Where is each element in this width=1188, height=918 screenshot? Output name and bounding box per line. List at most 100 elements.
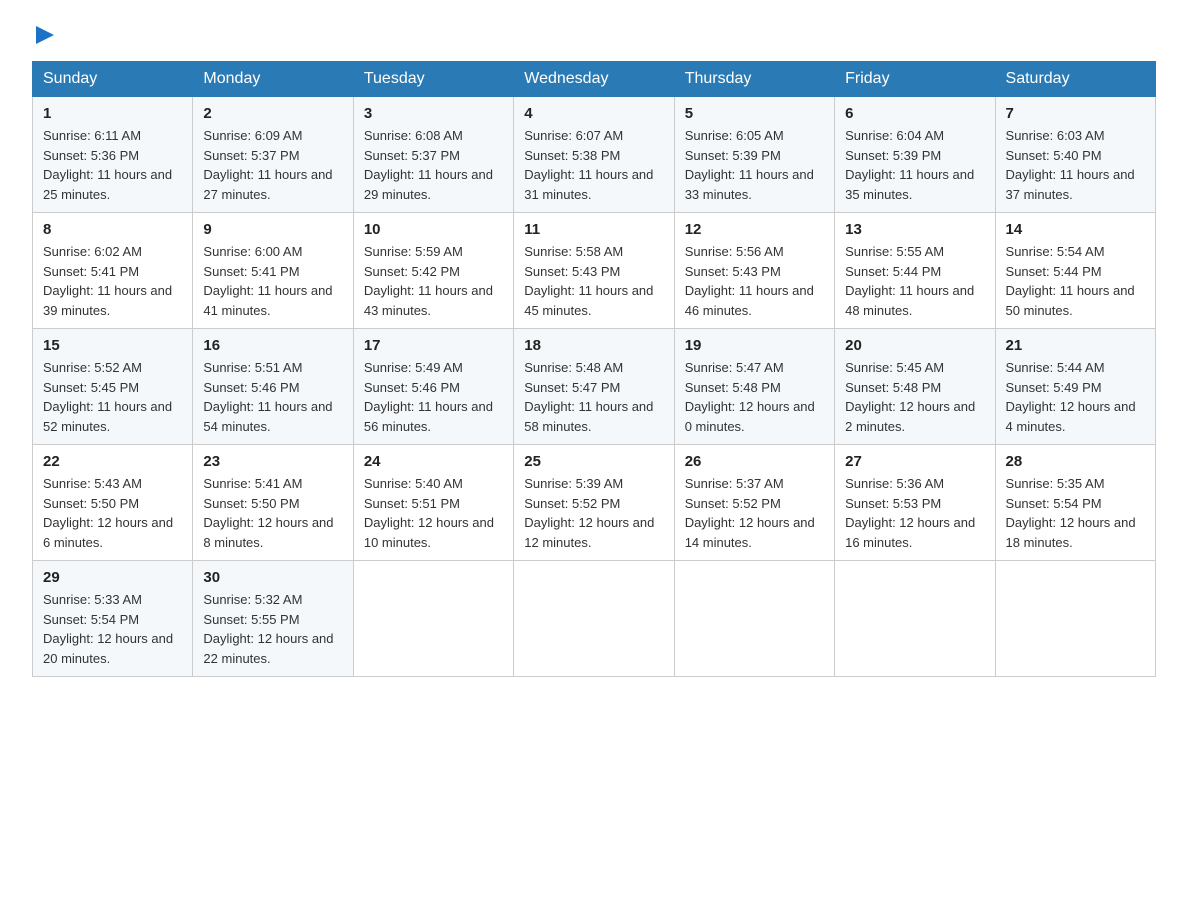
cell-day-number: 4 — [524, 105, 663, 122]
cell-day-number: 25 — [524, 453, 663, 470]
cell-info: Sunrise: 5:49 AMSunset: 5:46 PMDaylight:… — [364, 360, 493, 434]
calendar-cell: 17 Sunrise: 5:49 AMSunset: 5:46 PMDaylig… — [353, 329, 513, 445]
cell-day-number: 8 — [43, 221, 182, 238]
calendar-cell — [674, 561, 834, 677]
calendar-week-row: 8 Sunrise: 6:02 AMSunset: 5:41 PMDayligh… — [33, 213, 1156, 329]
cell-day-number: 22 — [43, 453, 182, 470]
day-header-monday: Monday — [193, 62, 353, 97]
calendar-cell: 21 Sunrise: 5:44 AMSunset: 5:49 PMDaylig… — [995, 329, 1155, 445]
cell-info: Sunrise: 5:32 AMSunset: 5:55 PMDaylight:… — [203, 592, 333, 666]
calendar-cell — [995, 561, 1155, 677]
day-header-wednesday: Wednesday — [514, 62, 674, 97]
cell-day-number: 28 — [1006, 453, 1145, 470]
calendar-cell — [514, 561, 674, 677]
cell-day-number: 14 — [1006, 221, 1145, 238]
calendar-cell: 12 Sunrise: 5:56 AMSunset: 5:43 PMDaylig… — [674, 213, 834, 329]
cell-info: Sunrise: 6:00 AMSunset: 5:41 PMDaylight:… — [203, 244, 332, 318]
calendar-cell: 7 Sunrise: 6:03 AMSunset: 5:40 PMDayligh… — [995, 97, 1155, 213]
cell-day-number: 21 — [1006, 337, 1145, 354]
calendar-week-row: 29 Sunrise: 5:33 AMSunset: 5:54 PMDaylig… — [33, 561, 1156, 677]
calendar-cell: 11 Sunrise: 5:58 AMSunset: 5:43 PMDaylig… — [514, 213, 674, 329]
cell-day-number: 27 — [845, 453, 984, 470]
cell-info: Sunrise: 5:40 AMSunset: 5:51 PMDaylight:… — [364, 476, 494, 550]
day-header-friday: Friday — [835, 62, 995, 97]
calendar-cell: 3 Sunrise: 6:08 AMSunset: 5:37 PMDayligh… — [353, 97, 513, 213]
day-header-saturday: Saturday — [995, 62, 1155, 97]
cell-info: Sunrise: 5:59 AMSunset: 5:42 PMDaylight:… — [364, 244, 493, 318]
calendar-cell: 4 Sunrise: 6:07 AMSunset: 5:38 PMDayligh… — [514, 97, 674, 213]
calendar-cell: 6 Sunrise: 6:04 AMSunset: 5:39 PMDayligh… — [835, 97, 995, 213]
cell-day-number: 6 — [845, 105, 984, 122]
day-header-thursday: Thursday — [674, 62, 834, 97]
cell-info: Sunrise: 6:05 AMSunset: 5:39 PMDaylight:… — [685, 128, 814, 202]
calendar-cell: 9 Sunrise: 6:00 AMSunset: 5:41 PMDayligh… — [193, 213, 353, 329]
cell-day-number: 2 — [203, 105, 342, 122]
cell-info: Sunrise: 6:09 AMSunset: 5:37 PMDaylight:… — [203, 128, 332, 202]
cell-day-number: 1 — [43, 105, 182, 122]
calendar-cell: 26 Sunrise: 5:37 AMSunset: 5:52 PMDaylig… — [674, 445, 834, 561]
cell-day-number: 18 — [524, 337, 663, 354]
cell-info: Sunrise: 5:37 AMSunset: 5:52 PMDaylight:… — [685, 476, 815, 550]
cell-info: Sunrise: 5:47 AMSunset: 5:48 PMDaylight:… — [685, 360, 815, 434]
cell-info: Sunrise: 5:58 AMSunset: 5:43 PMDaylight:… — [524, 244, 653, 318]
calendar-cell: 25 Sunrise: 5:39 AMSunset: 5:52 PMDaylig… — [514, 445, 674, 561]
calendar-week-row: 1 Sunrise: 6:11 AMSunset: 5:36 PMDayligh… — [33, 97, 1156, 213]
calendar-cell: 30 Sunrise: 5:32 AMSunset: 5:55 PMDaylig… — [193, 561, 353, 677]
cell-day-number: 15 — [43, 337, 182, 354]
cell-day-number: 26 — [685, 453, 824, 470]
cell-day-number: 30 — [203, 569, 342, 586]
cell-day-number: 12 — [685, 221, 824, 238]
cell-day-number: 3 — [364, 105, 503, 122]
calendar-cell: 10 Sunrise: 5:59 AMSunset: 5:42 PMDaylig… — [353, 213, 513, 329]
cell-info: Sunrise: 6:02 AMSunset: 5:41 PMDaylight:… — [43, 244, 172, 318]
calendar-cell: 5 Sunrise: 6:05 AMSunset: 5:39 PMDayligh… — [674, 97, 834, 213]
cell-info: Sunrise: 6:04 AMSunset: 5:39 PMDaylight:… — [845, 128, 974, 202]
cell-info: Sunrise: 5:48 AMSunset: 5:47 PMDaylight:… — [524, 360, 653, 434]
cell-info: Sunrise: 5:52 AMSunset: 5:45 PMDaylight:… — [43, 360, 172, 434]
cell-day-number: 23 — [203, 453, 342, 470]
day-header-sunday: Sunday — [33, 62, 193, 97]
cell-info: Sunrise: 5:35 AMSunset: 5:54 PMDaylight:… — [1006, 476, 1136, 550]
calendar-cell: 14 Sunrise: 5:54 AMSunset: 5:44 PMDaylig… — [995, 213, 1155, 329]
calendar-cell: 28 Sunrise: 5:35 AMSunset: 5:54 PMDaylig… — [995, 445, 1155, 561]
cell-info: Sunrise: 5:45 AMSunset: 5:48 PMDaylight:… — [845, 360, 975, 434]
cell-info: Sunrise: 6:08 AMSunset: 5:37 PMDaylight:… — [364, 128, 493, 202]
cell-info: Sunrise: 5:39 AMSunset: 5:52 PMDaylight:… — [524, 476, 654, 550]
calendar-cell: 1 Sunrise: 6:11 AMSunset: 5:36 PMDayligh… — [33, 97, 193, 213]
calendar-cell — [835, 561, 995, 677]
cell-info: Sunrise: 6:03 AMSunset: 5:40 PMDaylight:… — [1006, 128, 1135, 202]
cell-day-number: 7 — [1006, 105, 1145, 122]
calendar-cell: 20 Sunrise: 5:45 AMSunset: 5:48 PMDaylig… — [835, 329, 995, 445]
page-header — [32, 24, 1156, 49]
calendar-cell: 27 Sunrise: 5:36 AMSunset: 5:53 PMDaylig… — [835, 445, 995, 561]
cell-day-number: 13 — [845, 221, 984, 238]
cell-day-number: 16 — [203, 337, 342, 354]
cell-info: Sunrise: 5:43 AMSunset: 5:50 PMDaylight:… — [43, 476, 173, 550]
calendar-cell: 19 Sunrise: 5:47 AMSunset: 5:48 PMDaylig… — [674, 329, 834, 445]
cell-day-number: 5 — [685, 105, 824, 122]
cell-day-number: 11 — [524, 221, 663, 238]
logo — [32, 24, 54, 49]
calendar-cell: 2 Sunrise: 6:09 AMSunset: 5:37 PMDayligh… — [193, 97, 353, 213]
cell-day-number: 9 — [203, 221, 342, 238]
cell-info: Sunrise: 5:56 AMSunset: 5:43 PMDaylight:… — [685, 244, 814, 318]
cell-info: Sunrise: 5:36 AMSunset: 5:53 PMDaylight:… — [845, 476, 975, 550]
calendar-table: SundayMondayTuesdayWednesdayThursdayFrid… — [32, 61, 1156, 677]
calendar-cell: 24 Sunrise: 5:40 AMSunset: 5:51 PMDaylig… — [353, 445, 513, 561]
cell-info: Sunrise: 6:11 AMSunset: 5:36 PMDaylight:… — [43, 128, 172, 202]
cell-info: Sunrise: 5:55 AMSunset: 5:44 PMDaylight:… — [845, 244, 974, 318]
cell-day-number: 29 — [43, 569, 182, 586]
day-header-tuesday: Tuesday — [353, 62, 513, 97]
cell-day-number: 19 — [685, 337, 824, 354]
cell-info: Sunrise: 6:07 AMSunset: 5:38 PMDaylight:… — [524, 128, 653, 202]
cell-info: Sunrise: 5:41 AMSunset: 5:50 PMDaylight:… — [203, 476, 333, 550]
cell-day-number: 20 — [845, 337, 984, 354]
calendar-cell — [353, 561, 513, 677]
calendar-cell: 29 Sunrise: 5:33 AMSunset: 5:54 PMDaylig… — [33, 561, 193, 677]
calendar-cell: 13 Sunrise: 5:55 AMSunset: 5:44 PMDaylig… — [835, 213, 995, 329]
calendar-cell: 16 Sunrise: 5:51 AMSunset: 5:46 PMDaylig… — [193, 329, 353, 445]
calendar-cell: 8 Sunrise: 6:02 AMSunset: 5:41 PMDayligh… — [33, 213, 193, 329]
cell-day-number: 10 — [364, 221, 503, 238]
calendar-week-row: 22 Sunrise: 5:43 AMSunset: 5:50 PMDaylig… — [33, 445, 1156, 561]
cell-info: Sunrise: 5:51 AMSunset: 5:46 PMDaylight:… — [203, 360, 332, 434]
